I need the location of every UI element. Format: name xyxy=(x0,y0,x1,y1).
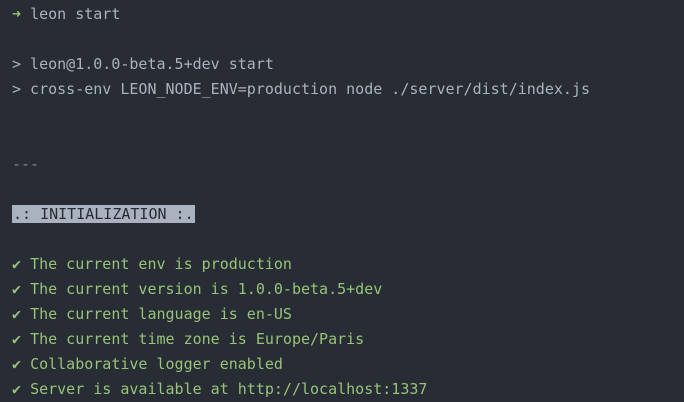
separator: --- xyxy=(12,155,40,173)
checkmark-icon: ✔ xyxy=(12,330,22,348)
status-text: The current env is production xyxy=(30,255,292,273)
status-line: ✔ The current time zone is Europe/Paris xyxy=(12,329,364,349)
npm-output-line: > cross-env LEON_NODE_ENV=production nod… xyxy=(12,80,590,98)
status-text: The current time zone is Europe/Paris xyxy=(30,330,365,348)
section-header: .: INITIALIZATION :. xyxy=(12,204,195,224)
checkmark-icon: ✔ xyxy=(12,355,22,373)
status-line: ✔ The current version is 1.0.0-beta.5+de… xyxy=(12,279,382,299)
section-title: .: INITIALIZATION :. xyxy=(12,205,195,223)
status-text: The current version is 1.0.0-beta.5+dev xyxy=(30,280,383,298)
command-prompt-line: ➜ leon start xyxy=(12,4,120,24)
status-line: ✔ Collaborative logger enabled xyxy=(12,354,283,374)
prompt-command: leon start xyxy=(30,5,121,23)
status-line: ✔ The current language is en-US xyxy=(12,304,292,324)
status-text: Collaborative logger enabled xyxy=(30,355,283,373)
checkmark-icon: ✔ xyxy=(12,380,22,398)
npm-output-line: > leon@1.0.0-beta.5+dev start xyxy=(12,55,274,73)
status-text: The current language is en-US xyxy=(30,305,292,323)
checkmark-icon: ✔ xyxy=(12,255,22,273)
checkmark-icon: ✔ xyxy=(12,280,22,298)
status-text: Server is available at http://localhost:… xyxy=(30,380,428,398)
status-line: ✔ Server is available at http://localhos… xyxy=(12,379,427,399)
terminal-window: ➜ leon start > leon@1.0.0-beta.5+dev sta… xyxy=(0,0,684,402)
prompt-arrow-icon: ➜ xyxy=(12,5,22,23)
checkmark-icon: ✔ xyxy=(12,305,22,323)
status-line: ✔ The current env is production xyxy=(12,254,292,274)
